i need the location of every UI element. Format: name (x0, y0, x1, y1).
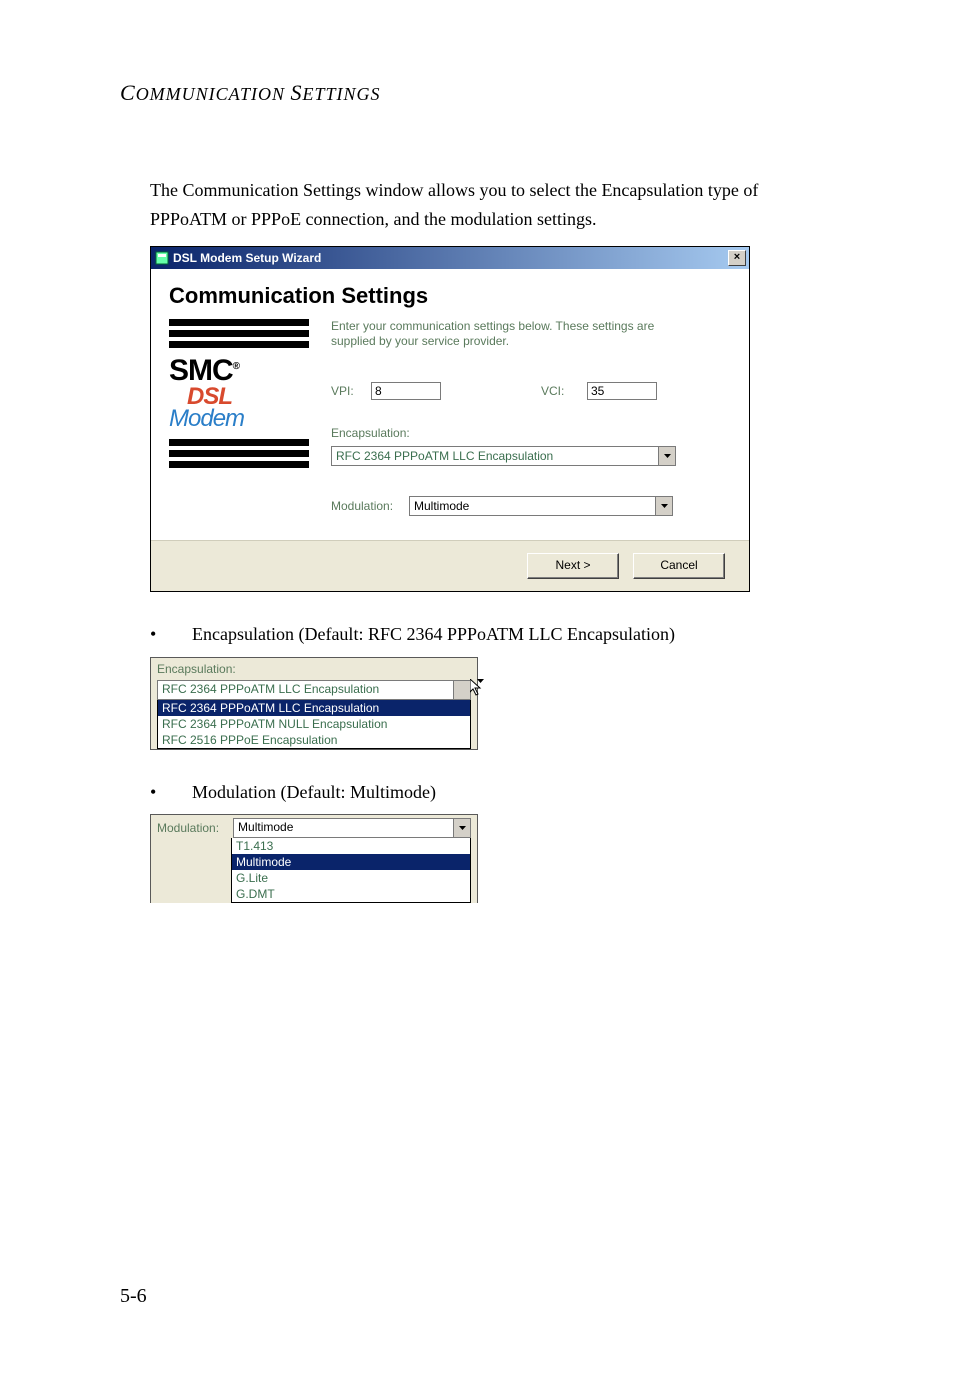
wizard-window: DSL Modem Setup Wizard × Communication S… (150, 246, 750, 592)
modulation-dropdown[interactable]: Multimode (409, 496, 673, 516)
intro-paragraph: The Communication Settings window allows… (150, 176, 790, 234)
list-item[interactable]: RFC 2364 PPPoATM NULL Encapsulation (158, 716, 470, 732)
modulation-select[interactable]: Multimode (233, 818, 471, 838)
close-icon[interactable]: × (728, 250, 746, 266)
encapsulation-label: Encapsulation: (331, 426, 731, 440)
encapsulation-label: Encapsulation: (151, 658, 477, 680)
modulation-dropdown-expanded: Modulation: Multimode T1.413 Multimode G… (150, 814, 478, 903)
page-header: COMMUNICATION SETTINGS (120, 80, 864, 106)
list-item[interactable]: RFC 2364 PPPoATM LLC Encapsulation (158, 700, 470, 716)
side-logo: SMC® DSL Modem (169, 319, 309, 516)
encapsulation-dropdown[interactable]: RFC 2364 PPPoATM LLC Encapsulation (331, 446, 676, 466)
page-number: 5-6 (120, 1285, 147, 1308)
list-item[interactable]: Multimode (232, 854, 470, 870)
modulation-label: Modulation: (157, 821, 219, 835)
cursor-icon (470, 679, 484, 697)
app-icon (155, 251, 169, 265)
chevron-down-icon[interactable] (453, 819, 470, 837)
wizard-heading: Communication Settings (169, 283, 731, 309)
vci-label: VCI: (541, 384, 587, 398)
vpi-label: VPI: (331, 384, 371, 398)
titlebar: DSL Modem Setup Wizard × (151, 247, 749, 269)
list-item[interactable]: T1.413 (232, 838, 470, 854)
encapsulation-select[interactable]: RFC 2364 PPPoATM LLC Encapsulation (157, 680, 471, 700)
modulation-label: Modulation: (331, 499, 409, 513)
list-item[interactable]: RFC 2516 PPPoE Encapsulation (158, 732, 470, 748)
bullet-modulation: • Modulation (Default: Multimode) (150, 778, 864, 807)
next-button[interactable]: Next > (527, 553, 619, 579)
encapsulation-options: RFC 2364 PPPoATM LLC Encapsulation RFC 2… (157, 700, 471, 749)
window-title: DSL Modem Setup Wizard (173, 251, 728, 265)
bullet-encapsulation: • Encapsulation (Default: RFC 2364 PPPoA… (150, 620, 864, 649)
list-item[interactable]: G.DMT (232, 886, 470, 902)
list-item[interactable]: G.Lite (232, 870, 470, 886)
chevron-down-icon[interactable] (655, 497, 672, 515)
chevron-down-icon[interactable] (658, 447, 675, 465)
vci-input[interactable] (587, 382, 657, 400)
vpi-input[interactable] (371, 382, 441, 400)
modulation-options: T1.413 Multimode G.Lite G.DMT (231, 838, 471, 903)
instructions-text: Enter your communication settings below.… (331, 319, 671, 350)
encapsulation-dropdown-expanded: Encapsulation: RFC 2364 PPPoATM LLC Enca… (150, 657, 478, 750)
chevron-down-icon[interactable] (453, 681, 470, 699)
cancel-button[interactable]: Cancel (633, 553, 725, 579)
